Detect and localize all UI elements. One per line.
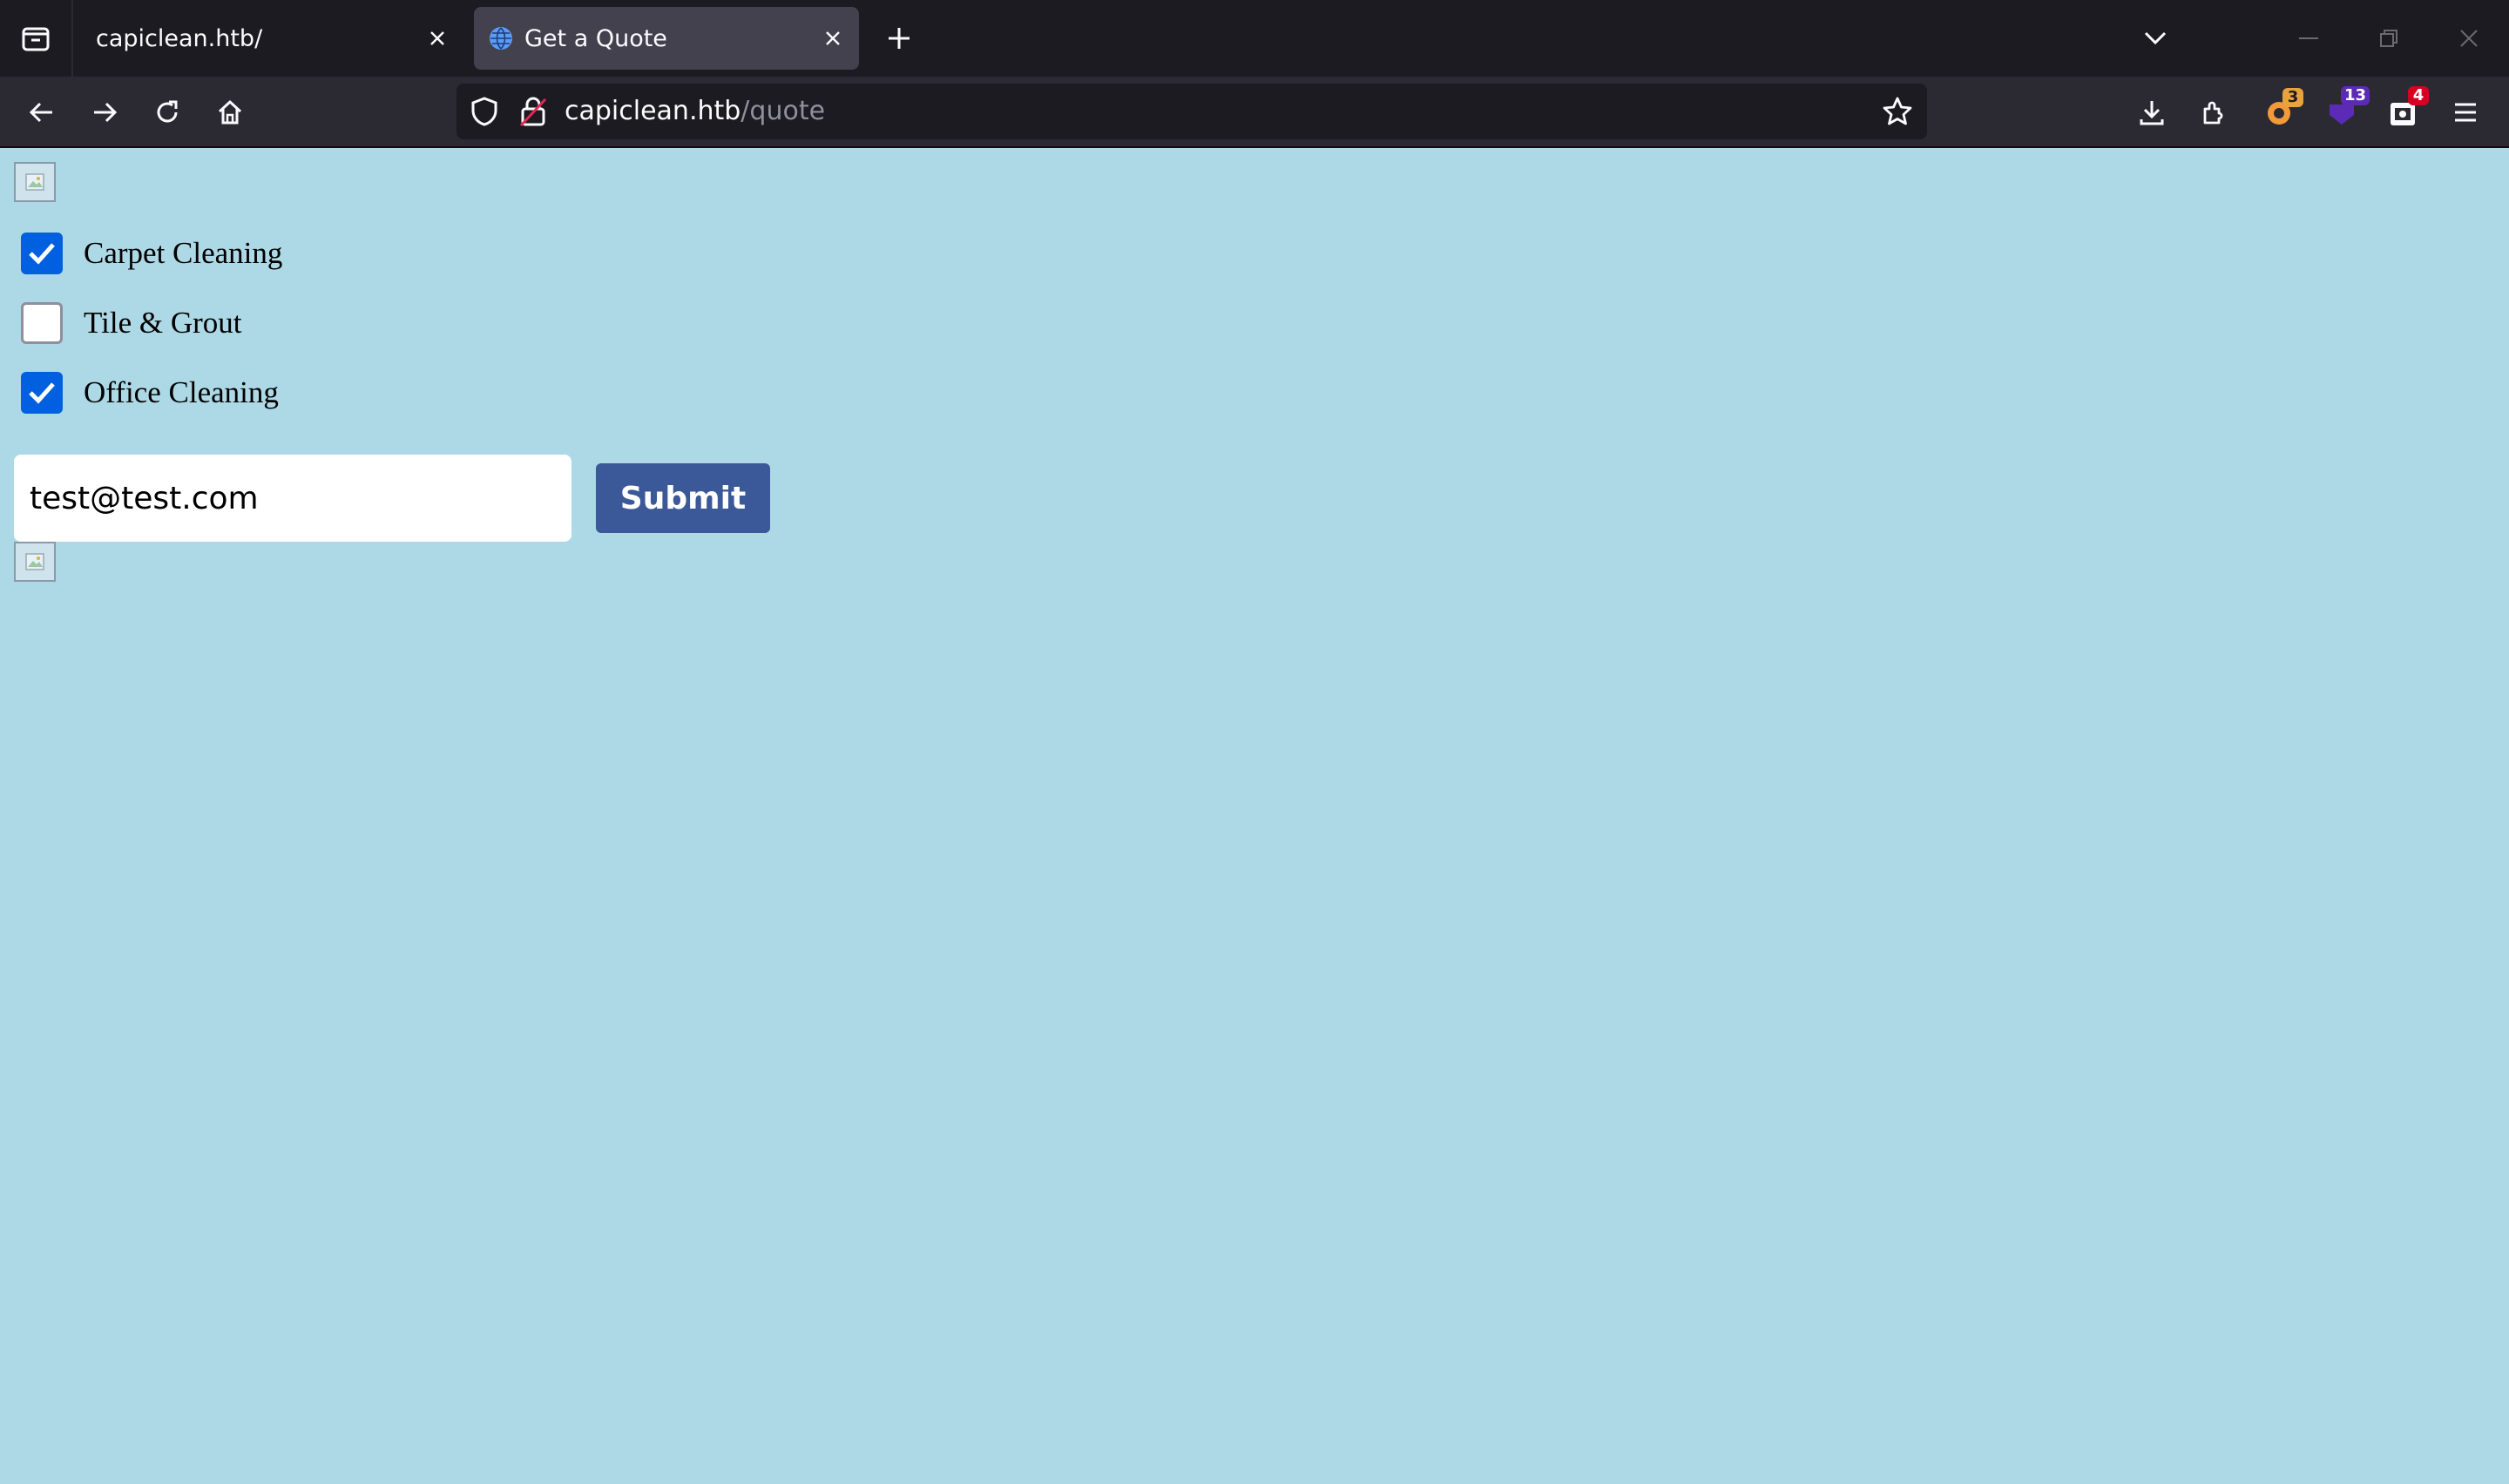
broken-image-icon bbox=[14, 542, 56, 582]
list-all-tabs-button[interactable] bbox=[2103, 0, 2208, 77]
checkmark-icon bbox=[29, 243, 55, 265]
extension-a-button[interactable]: 3 bbox=[2255, 88, 2303, 137]
hamburger-menu-icon bbox=[2455, 103, 2476, 122]
service-option-office-cleaning: Office Cleaning bbox=[21, 371, 279, 415]
extension-c-badge: 4 bbox=[2408, 86, 2429, 105]
extension-c-button[interactable]: 4 bbox=[2378, 86, 2429, 137]
url-host: capiclean.htb bbox=[565, 96, 741, 126]
arrow-right-icon bbox=[94, 102, 118, 123]
service-option-carpet-cleaning: Carpet Cleaning bbox=[21, 232, 282, 275]
email-input[interactable] bbox=[14, 455, 571, 542]
tab-capiclean[interactable]: capiclean.htb/ bbox=[80, 7, 463, 70]
reload-icon bbox=[157, 100, 178, 123]
url-path: /quote bbox=[741, 96, 826, 126]
firefox-view-icon bbox=[22, 27, 50, 51]
close-window-button[interactable] bbox=[2429, 0, 2509, 77]
download-icon bbox=[2140, 101, 2164, 125]
globe-icon bbox=[490, 27, 512, 50]
home-icon bbox=[218, 99, 242, 125]
office-cleaning-checkbox[interactable] bbox=[21, 372, 63, 414]
firefox-view-button[interactable] bbox=[0, 0, 73, 77]
extension-b-button[interactable]: 13 bbox=[2317, 86, 2370, 137]
restore-button[interactable] bbox=[2349, 0, 2429, 77]
submit-button[interactable]: Submit bbox=[596, 463, 770, 533]
close-tab-icon[interactable] bbox=[411, 12, 463, 64]
address-bar[interactable]: capiclean.htb/quote bbox=[456, 84, 1927, 139]
shield-icon[interactable] bbox=[470, 97, 498, 126]
home-button[interactable] bbox=[206, 88, 254, 137]
close-icon bbox=[2460, 30, 2478, 47]
reload-button[interactable] bbox=[143, 88, 192, 137]
minimize-icon bbox=[2299, 37, 2318, 39]
forward-button[interactable] bbox=[80, 88, 129, 137]
carpet-cleaning-checkbox[interactable] bbox=[21, 233, 63, 274]
broken-image-icon bbox=[14, 162, 56, 202]
plus-icon bbox=[889, 28, 910, 49]
checkmark-icon bbox=[29, 382, 55, 404]
url-text[interactable]: capiclean.htb/quote bbox=[565, 84, 825, 139]
tile-grout-checkbox[interactable] bbox=[21, 302, 63, 344]
chevron-down-icon bbox=[2144, 31, 2167, 45]
arrow-left-icon bbox=[29, 102, 52, 123]
puzzle-icon bbox=[2203, 101, 2223, 125]
tab-bar: capiclean.htb/ Get a Quote bbox=[0, 0, 2509, 77]
extensions-button[interactable] bbox=[2190, 88, 2239, 137]
back-button[interactable] bbox=[17, 88, 66, 137]
tab-title: Get a Quote bbox=[524, 24, 667, 52]
close-tab-icon[interactable] bbox=[807, 12, 859, 64]
extension-a-badge: 3 bbox=[2282, 88, 2303, 107]
extension-b-badge: 13 bbox=[2340, 86, 2370, 105]
insecure-lock-icon[interactable] bbox=[519, 96, 547, 127]
downloads-button[interactable] bbox=[2127, 88, 2176, 137]
app-menu-button[interactable] bbox=[2441, 88, 2490, 137]
tab-get-a-quote[interactable]: Get a Quote bbox=[474, 7, 859, 70]
minimize-button[interactable] bbox=[2269, 0, 2349, 77]
office-cleaning-label[interactable]: Office Cleaning bbox=[84, 375, 279, 410]
carpet-cleaning-label[interactable]: Carpet Cleaning bbox=[84, 236, 282, 271]
service-option-tile-grout: Tile & Grout bbox=[21, 301, 242, 345]
new-tab-button[interactable] bbox=[875, 14, 923, 63]
tab-title: capiclean.htb/ bbox=[96, 24, 263, 52]
tile-grout-label[interactable]: Tile & Grout bbox=[84, 306, 242, 341]
bookmark-star-icon[interactable] bbox=[1882, 96, 1913, 127]
restore-icon bbox=[2380, 30, 2397, 47]
navigation-toolbar: capiclean.htb/quote 3 13 4 bbox=[0, 77, 2509, 148]
